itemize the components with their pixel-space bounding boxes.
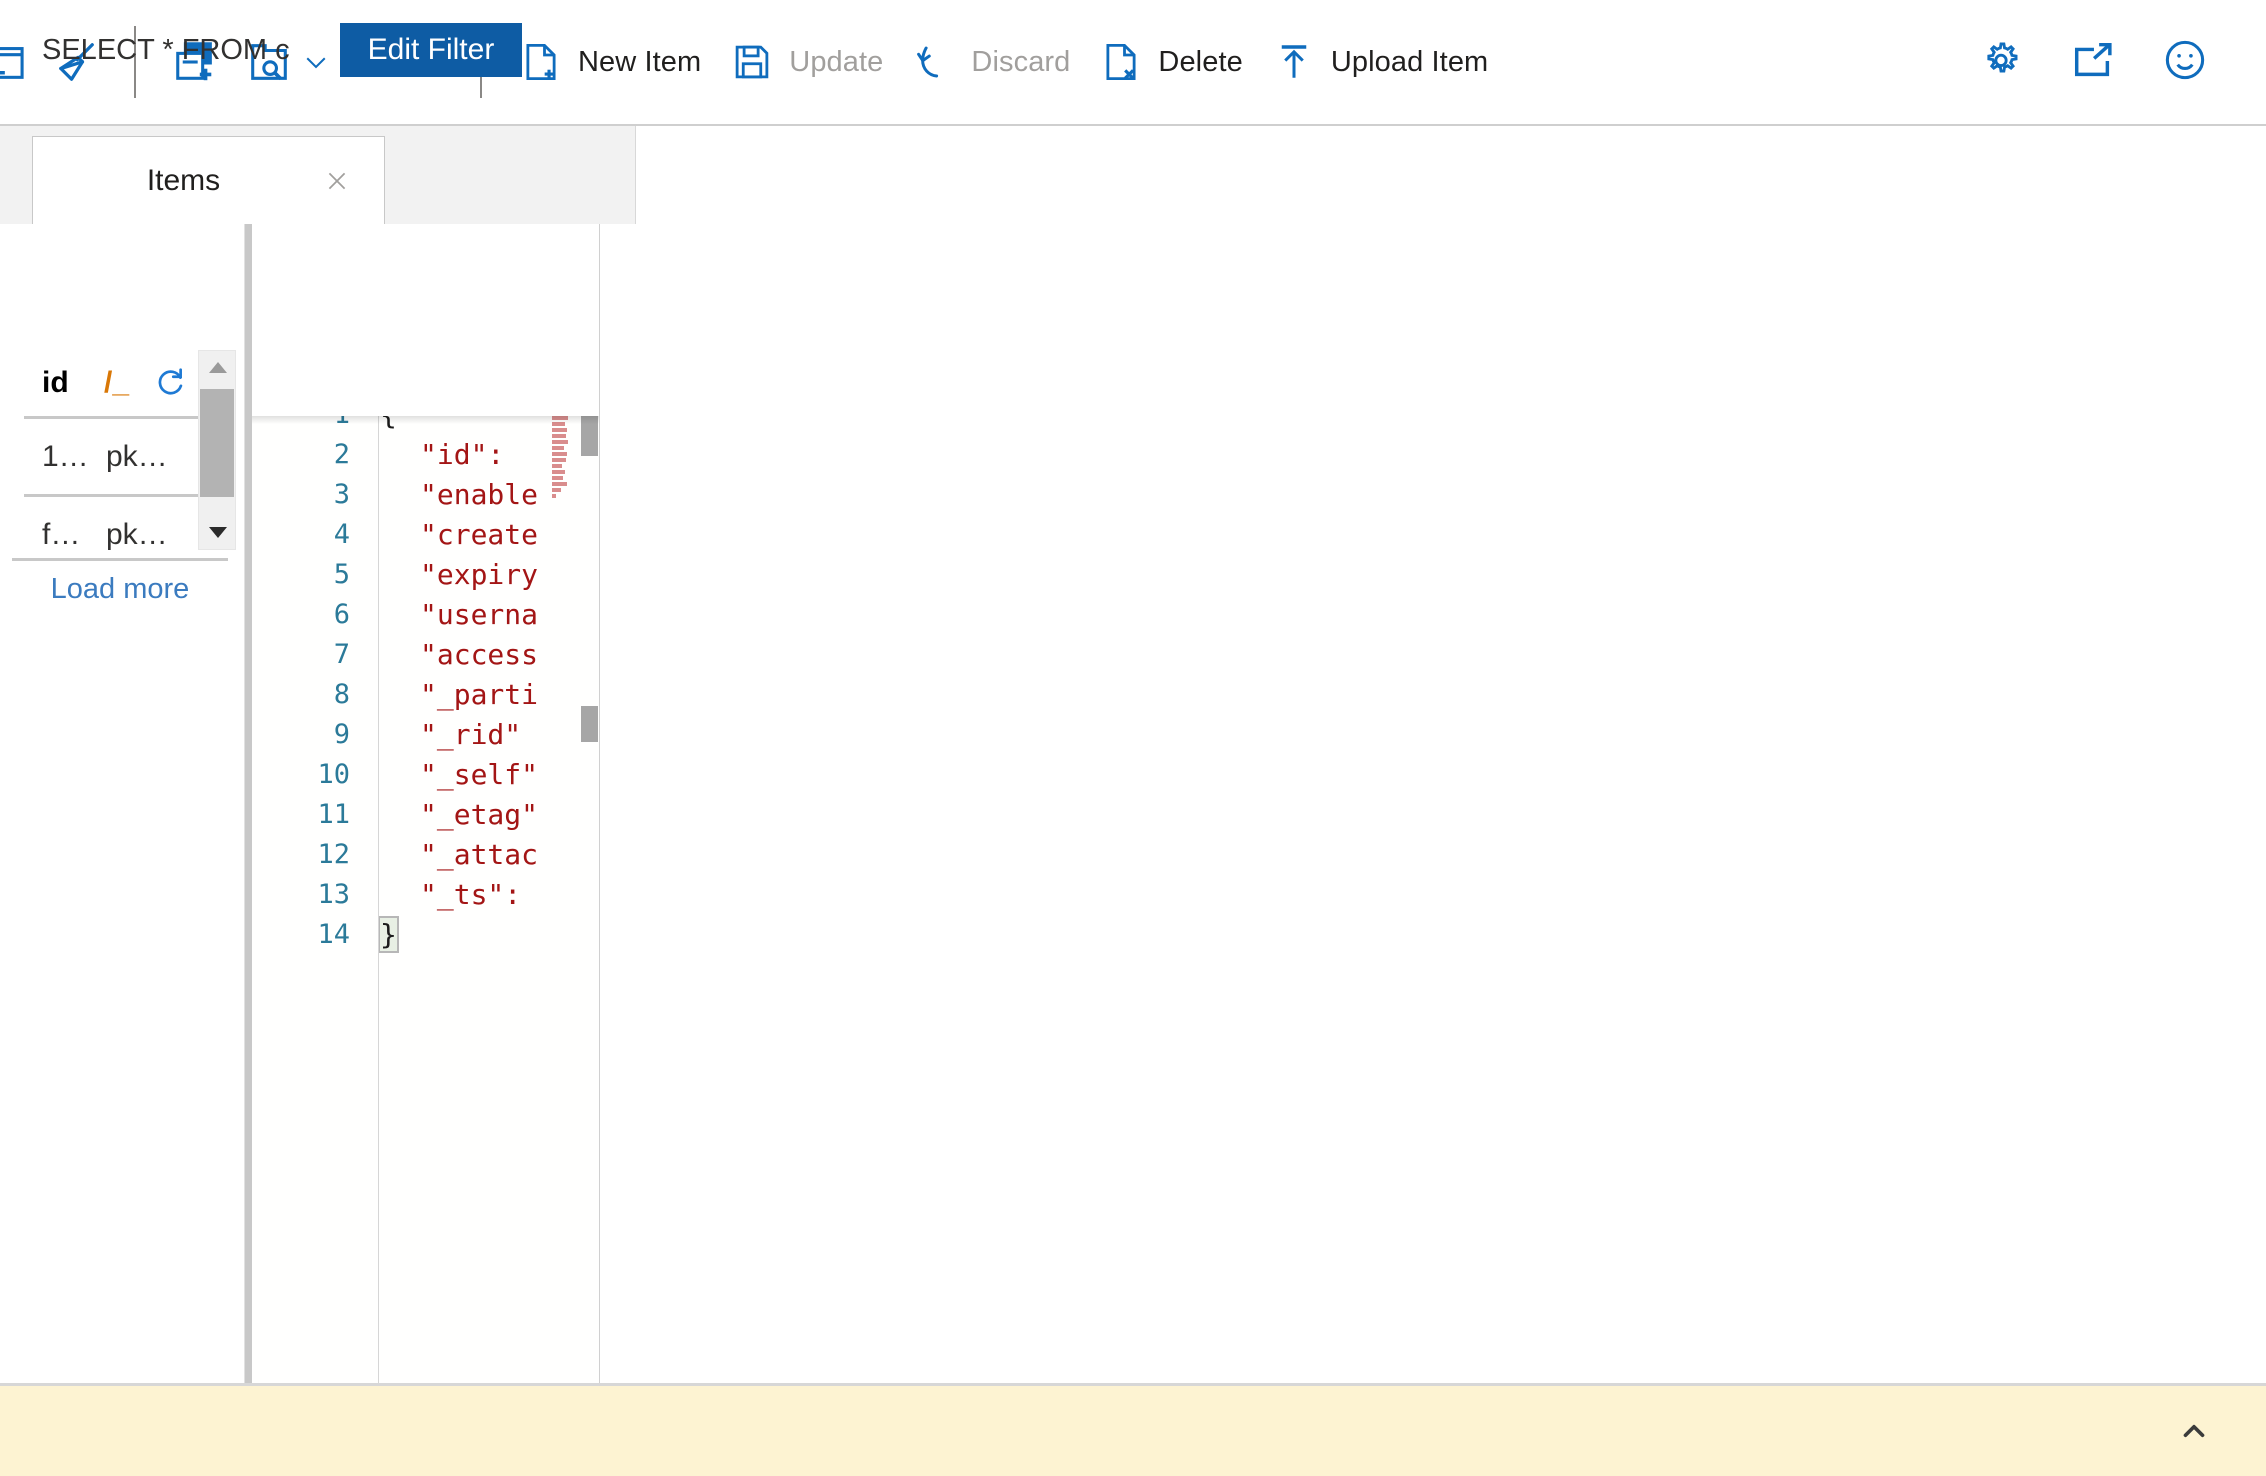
line-number: 3 bbox=[333, 478, 350, 510]
editor-gutter-divider bbox=[378, 416, 379, 1383]
settings-button[interactable] bbox=[1968, 29, 2034, 95]
code-line[interactable]: 11 "_etag" bbox=[252, 794, 599, 834]
code-token: "_parti bbox=[420, 677, 539, 711]
close-icon[interactable] bbox=[320, 164, 354, 198]
delete-document-icon bbox=[1098, 39, 1144, 85]
code-token: "_rid" bbox=[420, 717, 522, 751]
code-line[interactable]: 13 "_ts": bbox=[252, 874, 599, 914]
cosmosdb-data-explorer: New Item Update Discard Delete Upload It… bbox=[0, 0, 2266, 1476]
line-number: 10 bbox=[317, 758, 350, 790]
edit-filter-button[interactable]: Edit Filter bbox=[339, 23, 523, 77]
editor-right-empty-pane bbox=[601, 224, 2266, 1383]
load-more-link[interactable]: Load more bbox=[51, 573, 190, 606]
code-line[interactable]: 10 "_self" bbox=[252, 754, 599, 794]
code-line[interactable]: 5 "expiry bbox=[252, 554, 599, 594]
code-token: { bbox=[380, 416, 397, 431]
code-line[interactable]: 7 "access bbox=[252, 634, 599, 674]
tab-items-label: Items bbox=[146, 163, 221, 197]
code-token: } bbox=[378, 915, 399, 953]
feedback-button[interactable] bbox=[2152, 29, 2218, 95]
command-bar-right-group bbox=[1942, 0, 2266, 124]
feedback-smiley-icon bbox=[2162, 37, 2208, 88]
tab-items[interactable]: Items bbox=[32, 136, 385, 224]
filter-bar: SELECT * FROM c Edit Filter bbox=[0, 0, 636, 100]
line-number: 4 bbox=[333, 518, 350, 550]
code-line[interactable]: 4 "create bbox=[252, 514, 599, 554]
code-token: "id": bbox=[420, 437, 522, 471]
code-line[interactable]: 8 "_parti bbox=[252, 674, 599, 714]
scrollbar-thumb[interactable] bbox=[200, 389, 234, 497]
pane-splitter[interactable] bbox=[245, 224, 252, 1383]
json-editor-pane: 1{2"id": 3"enable4"create5"expiry6"usern… bbox=[252, 224, 600, 1383]
tab-strip: Items bbox=[0, 126, 636, 224]
code-line[interactable]: 2 "id": bbox=[252, 434, 599, 474]
line-number: 12 bbox=[317, 838, 350, 870]
code-line[interactable]: 1{ bbox=[252, 416, 599, 434]
table-row[interactable]: 1… pk… bbox=[24, 416, 220, 494]
cell-partition-key: pk… bbox=[106, 439, 168, 473]
cell-id: f… bbox=[42, 517, 81, 551]
line-number: 9 bbox=[333, 718, 350, 750]
line-number: 6 bbox=[333, 598, 350, 630]
code-token: "create bbox=[420, 517, 539, 551]
scroll-up-arrow-icon[interactable] bbox=[199, 351, 237, 385]
code-token: "expiry bbox=[420, 557, 539, 591]
scroll-down-arrow-icon[interactable] bbox=[199, 515, 237, 549]
code-token: "enable bbox=[420, 477, 539, 511]
documents-grid: id /_ 1… pk… f… pk… bbox=[24, 350, 236, 551]
scrollbar-thumb-secondary[interactable] bbox=[581, 706, 598, 742]
line-number: 8 bbox=[333, 678, 350, 710]
save-icon bbox=[729, 39, 775, 85]
line-number: 13 bbox=[317, 878, 350, 910]
line-number: 1 bbox=[252, 416, 364, 430]
code-token: "access bbox=[420, 637, 539, 671]
discard-label: Discard bbox=[971, 45, 1071, 78]
settings-gear-icon bbox=[1978, 37, 2024, 88]
code-line[interactable]: 6 "userna bbox=[252, 594, 599, 634]
undo-icon bbox=[911, 39, 957, 85]
notification-bar bbox=[0, 1383, 2266, 1476]
code-line[interactable]: 12 "_attac bbox=[252, 834, 599, 874]
editor-vertical-scrollbar[interactable] bbox=[580, 416, 599, 1383]
open-in-new-window-icon bbox=[2070, 37, 2116, 88]
line-number: 14 bbox=[317, 918, 350, 950]
cell-partition-key: pk… bbox=[106, 517, 168, 551]
upload-icon bbox=[1271, 39, 1317, 85]
load-more-container: Load more bbox=[12, 558, 228, 606]
line-number: 11 bbox=[317, 798, 350, 830]
refresh-icon[interactable] bbox=[154, 366, 188, 400]
code-token: "_attac bbox=[420, 837, 539, 871]
upload-item-button[interactable]: Upload Item bbox=[1257, 19, 1502, 105]
delete-label: Delete bbox=[1158, 45, 1243, 78]
chevron-up-icon[interactable] bbox=[2170, 1407, 2218, 1455]
grid-vertical-scrollbar[interactable] bbox=[198, 350, 236, 550]
open-in-new-window-button[interactable] bbox=[2060, 29, 2126, 95]
upload-item-label: Upload Item bbox=[1330, 45, 1489, 78]
code-token: "userna bbox=[420, 597, 539, 631]
code-token: "_etag" bbox=[420, 797, 539, 831]
editor-minimap[interactable] bbox=[552, 416, 570, 1383]
column-header-partition-key[interactable]: /_ bbox=[104, 366, 152, 400]
code-lines: 1{2"id": 3"enable4"create5"expiry6"usern… bbox=[252, 416, 599, 954]
update-button[interactable]: Update bbox=[715, 19, 897, 105]
scrollbar-thumb[interactable] bbox=[581, 416, 598, 456]
delete-button[interactable]: Delete bbox=[1084, 19, 1256, 105]
line-number: 2 bbox=[333, 438, 350, 470]
code-line[interactable]: 3 "enable bbox=[252, 474, 599, 514]
discard-button[interactable]: Discard bbox=[897, 19, 1084, 105]
column-header-id[interactable]: id bbox=[42, 366, 104, 400]
update-label: Update bbox=[789, 45, 884, 78]
cell-id: 1… bbox=[42, 439, 89, 473]
documents-pane: id /_ 1… pk… f… pk… Load more bbox=[0, 224, 245, 1383]
code-token: "_self" bbox=[420, 757, 539, 791]
grid-header-row: id /_ bbox=[24, 350, 220, 416]
query-text: SELECT * FROM c bbox=[42, 33, 290, 66]
json-editor[interactable]: 1{2"id": 3"enable4"create5"expiry6"usern… bbox=[252, 416, 599, 1383]
code-line[interactable]: 9 "_rid" bbox=[252, 714, 599, 754]
line-number: 5 bbox=[333, 558, 350, 590]
code-line[interactable]: 14} bbox=[252, 914, 599, 954]
line-number: 7 bbox=[333, 638, 350, 670]
code-token: "_ts": bbox=[420, 877, 539, 911]
